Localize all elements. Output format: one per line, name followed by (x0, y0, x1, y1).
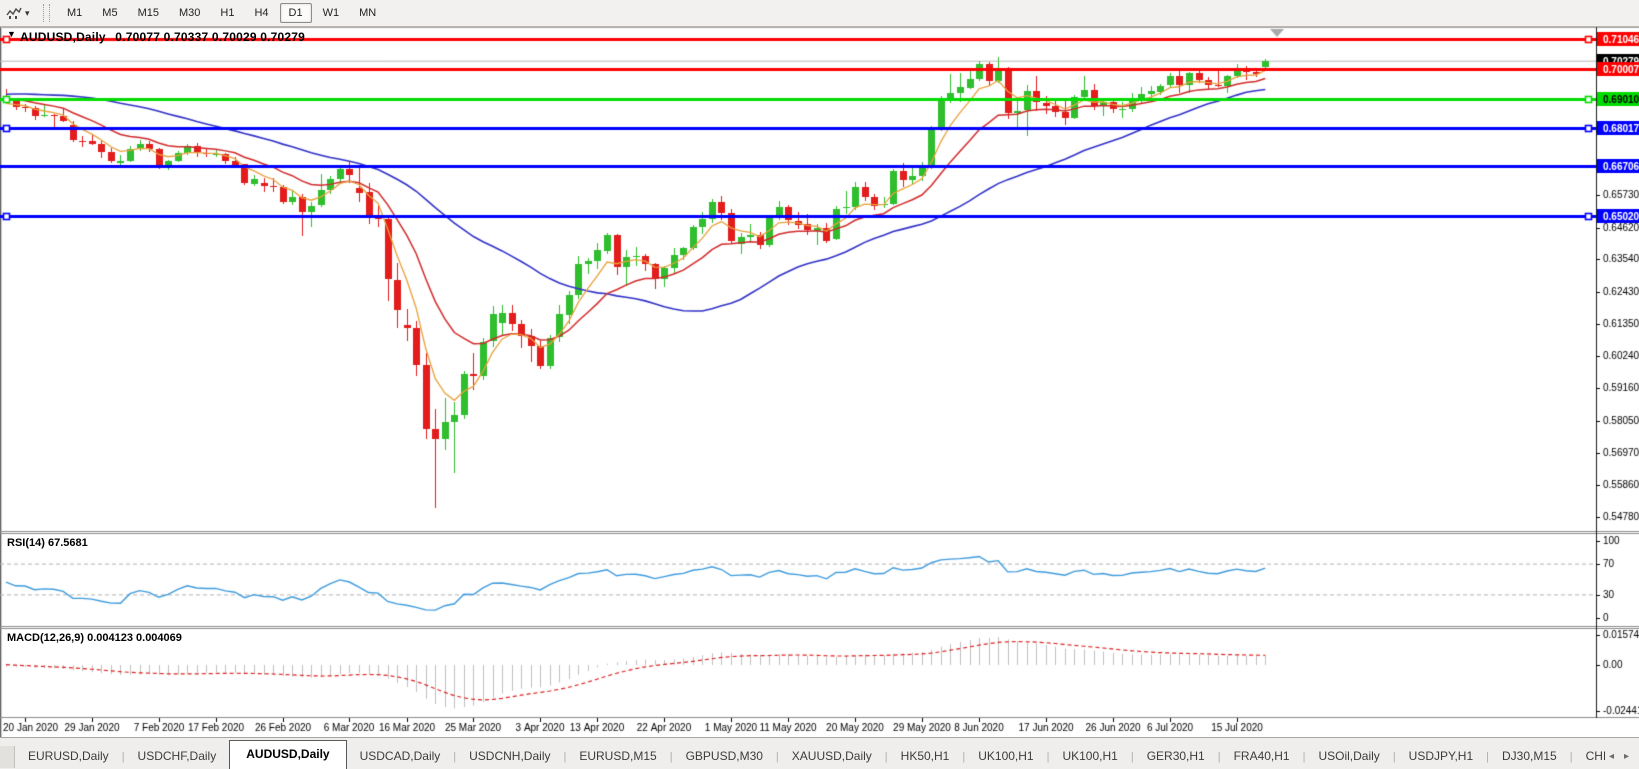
price-chart-canvas[interactable] (0, 0, 1639, 769)
tab-scroll-right-button[interactable]: ▸ (1624, 751, 1629, 762)
chart-tab-bar: EURUSD,Daily|USDCHF,DailyAUDUSD,DailyUSD… (0, 737, 1639, 769)
object-anchor-icon: ▼ (7, 29, 16, 39)
timeframe-button-w1[interactable]: W1 (314, 3, 349, 23)
chart-tab-hk50-h1[interactable]: HK50,H1 (888, 744, 963, 769)
chart-tab-usdjpy-h1[interactable]: USDJPY,H1 (1396, 744, 1486, 769)
timeframe-toolbar: ▾ M1M5M15M30H1H4D1W1MN (0, 0, 1639, 27)
chart-tab-dj30-m15[interactable]: DJ30,M15 (1489, 744, 1570, 769)
macd-indicator-label: MACD(12,26,9) 0.004123 0.004069 (7, 632, 182, 644)
timeframe-button-mn[interactable]: MN (350, 3, 385, 23)
chart-tab-eurusd-m15[interactable]: EURUSD,M15 (566, 744, 669, 769)
chart-tab-eurusd-daily[interactable]: EURUSD,Daily (15, 744, 122, 769)
chart-tab-uk100-h1[interactable]: UK100,H1 (1049, 744, 1130, 769)
chart-tab-ger30-h1[interactable]: GER30,H1 (1134, 744, 1218, 769)
chart-tab-usdcnh-daily[interactable]: USDCNH,Daily (456, 744, 563, 769)
chart-type-icon[interactable] (3, 3, 25, 23)
timeframe-button-h1[interactable]: H1 (211, 3, 243, 23)
chart-title: AUDUSD,Daily 0.70077 0.70337 0.70029 0.7… (20, 30, 305, 44)
toolbar-grip[interactable] (43, 4, 50, 22)
chart-tab-audusd-daily[interactable]: AUDUSD,Daily (229, 740, 346, 769)
trading-platform-window: ▾ M1M5M15M30H1H4D1W1MN ▼ AUDUSD,Daily 0.… (0, 0, 1639, 769)
chart-tab-usoil-daily[interactable]: USOil,Daily (1305, 744, 1392, 769)
chart-ohlc-values: 0.70077 0.70337 0.70029 0.70279 (115, 30, 305, 44)
timeframe-buttons: M1M5M15M30H1H4D1W1MN (58, 3, 385, 23)
chart-tab-fra40-h1[interactable]: FRA40,H1 (1221, 744, 1303, 769)
timeframe-button-m15[interactable]: M15 (129, 3, 168, 23)
rsi-indicator-label: RSI(14) 67.5681 (7, 537, 88, 549)
chart-tab-uk100-h1[interactable]: UK100,H1 (965, 744, 1046, 769)
timeframe-button-m1[interactable]: M1 (58, 3, 91, 23)
timeframe-button-m5[interactable]: M5 (93, 3, 126, 23)
chart-tab-usdchf-daily[interactable]: USDCHF,Daily (125, 744, 230, 769)
timeframe-button-m30[interactable]: M30 (170, 3, 209, 23)
tab-bar-corner (0, 746, 15, 768)
chart-tab-gbpusd-m30[interactable]: GBPUSD,M30 (673, 744, 776, 769)
timeframe-button-d1[interactable]: D1 (280, 3, 312, 23)
chart-tab-xauusd-daily[interactable]: XAUUSD,Daily (779, 744, 885, 769)
chart-symbol-label: AUDUSD,Daily (20, 30, 106, 44)
chart-tab-usdcad-daily[interactable]: USDCAD,Daily (347, 744, 454, 769)
timeframe-button-h4[interactable]: H4 (245, 3, 277, 23)
chart-type-dropdown-caret[interactable]: ▾ (25, 8, 37, 19)
tab-scroll-left-button[interactable]: ◂ (1609, 751, 1614, 762)
chart-tab-china300-h4[interactable]: CHINA300,H4 (1573, 744, 1605, 769)
